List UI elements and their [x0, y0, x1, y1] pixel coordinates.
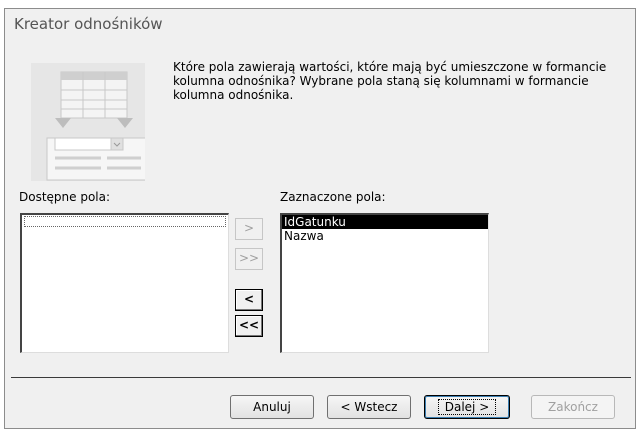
lookup-wizard-dialog: Kreator odnośników Które pola zawierają …	[4, 8, 636, 429]
list-item-nazwa[interactable]: Nazwa	[282, 229, 488, 243]
back-button-label: < Wstecz	[340, 400, 398, 414]
selected-fields-label: Zaznaczone pola:	[280, 190, 386, 204]
instructions-text: Które pola zawierają wartości, które maj…	[173, 60, 607, 102]
next-button[interactable]: Dalej >	[424, 395, 510, 419]
cancel-button-label: Anuluj	[253, 400, 291, 414]
wizard-illustration-icon	[31, 63, 145, 181]
selected-fields-list[interactable]: IdGatunku Nazwa	[280, 213, 489, 353]
back-button[interactable]: < Wstecz	[327, 395, 411, 419]
separator-line	[11, 377, 631, 378]
window-title: Kreator odnośników	[14, 15, 163, 33]
add-field-button[interactable]: >	[235, 218, 263, 240]
remove-all-fields-button[interactable]: <<	[235, 315, 263, 337]
cancel-button[interactable]: Anuluj	[230, 395, 314, 419]
title-bar[interactable]: Kreator odnośników	[5, 9, 635, 35]
next-button-label: Dalej >	[437, 399, 497, 415]
remove-field-button[interactable]: <	[235, 289, 263, 311]
list-focus-indicator	[24, 216, 226, 227]
add-all-fields-button[interactable]: >>	[235, 248, 263, 270]
available-fields-label: Dostępne pola:	[19, 190, 111, 204]
finish-button[interactable]: Zakończ	[531, 395, 615, 419]
finish-button-label: Zakończ	[548, 400, 598, 414]
available-fields-list[interactable]	[20, 213, 229, 353]
list-item-idgatunku[interactable]: IdGatunku	[282, 215, 488, 229]
